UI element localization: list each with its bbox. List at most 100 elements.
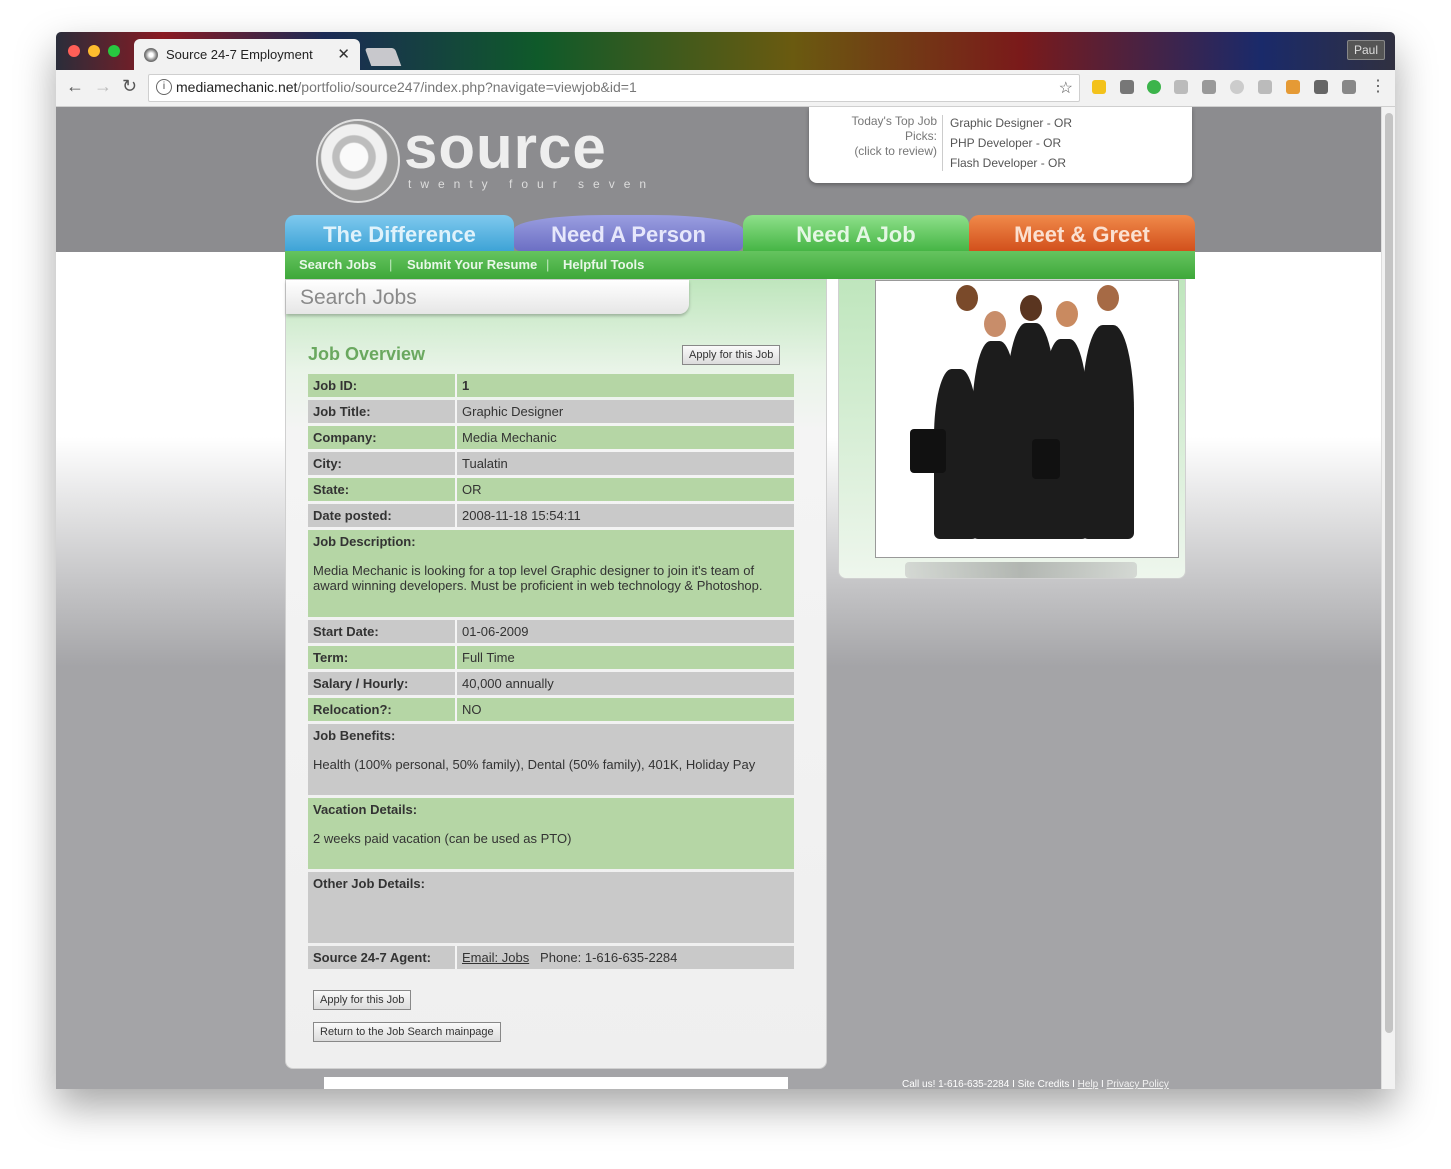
row-value: 40,000 annually: [457, 672, 794, 695]
table-row: Other Job Details:: [308, 872, 794, 943]
apply-button-bottom[interactable]: Apply for this Job: [313, 990, 412, 1010]
extension-icon[interactable]: [1147, 80, 1161, 94]
footer-links: Call us! 1-616-635-2284 I Site Credits I…: [902, 1079, 1169, 1089]
search-jobs-title: Search Jobs: [300, 286, 417, 309]
top-picks-hint: (click to review): [854, 144, 937, 158]
extension-icon[interactable]: [1120, 80, 1134, 94]
row-label: Job ID:: [308, 374, 457, 397]
extension-icon[interactable]: [1258, 80, 1272, 94]
subnav-helpful-tools[interactable]: Helpful Tools: [563, 257, 644, 272]
tab-close-icon[interactable]: ✕: [337, 45, 350, 63]
subnav-separator: |: [389, 257, 393, 272]
extension-icon[interactable]: [1286, 80, 1300, 94]
subnav-separator: |: [546, 257, 550, 272]
tab-title: Source 24-7 Employment & St: [166, 47, 314, 62]
zoom-window-button[interactable]: [108, 45, 120, 57]
vacation-details-text: 2 weeks paid vacation (can be used as PT…: [313, 831, 572, 846]
row-label: Start Date:: [308, 620, 457, 643]
cast-icon[interactable]: [1342, 80, 1356, 94]
other-details-cell: Other Job Details:: [308, 872, 794, 943]
bookmark-star-icon[interactable]: ☆: [1059, 78, 1073, 98]
subnav-submit-resume[interactable]: Submit Your Resume: [407, 257, 537, 272]
row-value: Media Mechanic: [457, 426, 794, 449]
apply-button-top[interactable]: Apply for this Job: [682, 345, 781, 365]
table-row: Job Title: Graphic Designer: [308, 400, 794, 423]
logo-subtitle: twenty four seven: [408, 177, 656, 191]
extension-icon[interactable]: [1174, 80, 1188, 94]
scrollbar-thumb[interactable]: [1385, 113, 1393, 1033]
tab-meet-and-greet[interactable]: Meet & Greet: [969, 215, 1195, 251]
row-value: Tualatin: [457, 452, 794, 475]
logo-text[interactable]: source: [404, 113, 607, 182]
title-bar: Source 24-7 Employment & St ✕ Paul: [56, 32, 1395, 70]
forward-arrow-icon[interactable]: →: [94, 76, 112, 97]
extension-icon[interactable]: [1314, 80, 1328, 94]
job-content: Search Jobs Job Overview Apply for this …: [285, 279, 827, 1069]
address-url: mediamechanic.net/portfolio/source247/in…: [176, 79, 637, 95]
scrollbar[interactable]: [1381, 107, 1395, 1089]
favicon-icon: [144, 48, 158, 62]
footer-copyright-box: [324, 1077, 788, 1089]
job-overview-heading: Job Overview: [308, 344, 426, 364]
top-picks-list: Graphic Designer - OR PHP Developer - OR…: [950, 113, 1072, 173]
row-value: NO: [457, 698, 794, 721]
sub-nav: Search Jobs | Submit Your Resume | Helpf…: [285, 251, 1195, 279]
table-row: Company: Media Mechanic: [308, 426, 794, 449]
close-window-button[interactable]: [68, 45, 80, 57]
vacation-details-cell: Vacation Details: 2 weeks paid vacation …: [308, 798, 794, 869]
browser-tab[interactable]: Source 24-7 Employment & St ✕: [134, 39, 360, 70]
extension-icon[interactable]: [1202, 80, 1216, 94]
table-row: State: OR: [308, 478, 794, 501]
new-tab-button[interactable]: [364, 48, 402, 66]
table-row: Vacation Details: 2 weeks paid vacation …: [308, 798, 794, 869]
agent-phone: Phone: 1-616-635-2284: [540, 950, 678, 965]
photo-figure: [984, 311, 1006, 337]
reload-icon[interactable]: ↻: [122, 76, 137, 97]
browser-toolbar: ← → ↻ i mediamechanic.net/portfolio/sour…: [56, 70, 1395, 107]
table-row: Relocation?: NO: [308, 698, 794, 721]
row-value: Full Time: [457, 646, 794, 669]
web-page: source twenty four seven Today's Top Job…: [56, 107, 1381, 1089]
agent-label: Source 24-7 Agent:: [308, 946, 457, 969]
info-icon[interactable]: i: [156, 79, 172, 95]
row-value: 1: [457, 374, 794, 397]
tab-the-difference[interactable]: The Difference: [285, 215, 514, 251]
footer-help-link[interactable]: Help: [1078, 1079, 1099, 1089]
extension-icon[interactable]: [1230, 80, 1244, 94]
source-logo-icon[interactable]: [316, 119, 400, 203]
photo-figure: [1082, 325, 1134, 539]
job-benefits-cell: Job Benefits: Health (100% personal, 50%…: [308, 724, 794, 795]
top-pick-link[interactable]: PHP Developer - OR: [950, 133, 1072, 153]
minimize-window-button[interactable]: [88, 45, 100, 57]
subnav-search-jobs[interactable]: Search Jobs: [299, 257, 376, 272]
photo-figure: [1020, 295, 1042, 321]
address-bar[interactable]: i mediamechanic.net/portfolio/source247/…: [148, 74, 1080, 102]
top-pick-link[interactable]: Flash Developer - OR: [950, 153, 1072, 173]
row-label: Relocation?:: [308, 698, 457, 721]
row-label: Date posted:: [308, 504, 457, 527]
search-jobs-header: Search Jobs: [286, 280, 689, 314]
footer-phone: Call us! 1-616-635-2284: [902, 1079, 1010, 1089]
job-description-cell: Job Description: Media Mechanic is looki…: [308, 530, 794, 617]
footer-privacy-link[interactable]: Privacy Policy: [1107, 1079, 1169, 1089]
url-path: /portfolio/source247/index.php?navigate=…: [297, 79, 637, 95]
url-domain: mediamechanic.net: [176, 79, 298, 95]
vacation-details-label: Vacation Details:: [313, 802, 418, 817]
briefcase-icon: [910, 429, 946, 473]
row-label: Company:: [308, 426, 457, 449]
table-row: Date posted: 2008-11-18 15:54:11: [308, 504, 794, 527]
job-description-text: Media Mechanic is looking for a top leve…: [313, 563, 763, 593]
menu-kebab-icon[interactable]: ⋮: [1370, 76, 1386, 96]
footer-site-credits[interactable]: Site Credits: [1018, 1079, 1070, 1089]
tab-need-a-person[interactable]: Need A Person: [514, 215, 743, 251]
profile-button[interactable]: Paul: [1346, 40, 1385, 60]
return-to-search-button[interactable]: Return to the Job Search mainpage: [313, 1022, 501, 1042]
top-pick-link[interactable]: Graphic Designer - OR: [950, 113, 1072, 133]
back-arrow-icon[interactable]: ←: [66, 76, 84, 97]
extension-icon[interactable]: [1092, 80, 1106, 94]
job-benefits-label: Job Benefits:: [313, 728, 396, 743]
agent-email-link[interactable]: Email: Jobs: [462, 950, 529, 965]
table-row: Job Description: Media Mechanic is looki…: [308, 530, 794, 617]
tab-need-a-job[interactable]: Need A Job: [743, 215, 969, 251]
row-label: Term:: [308, 646, 457, 669]
